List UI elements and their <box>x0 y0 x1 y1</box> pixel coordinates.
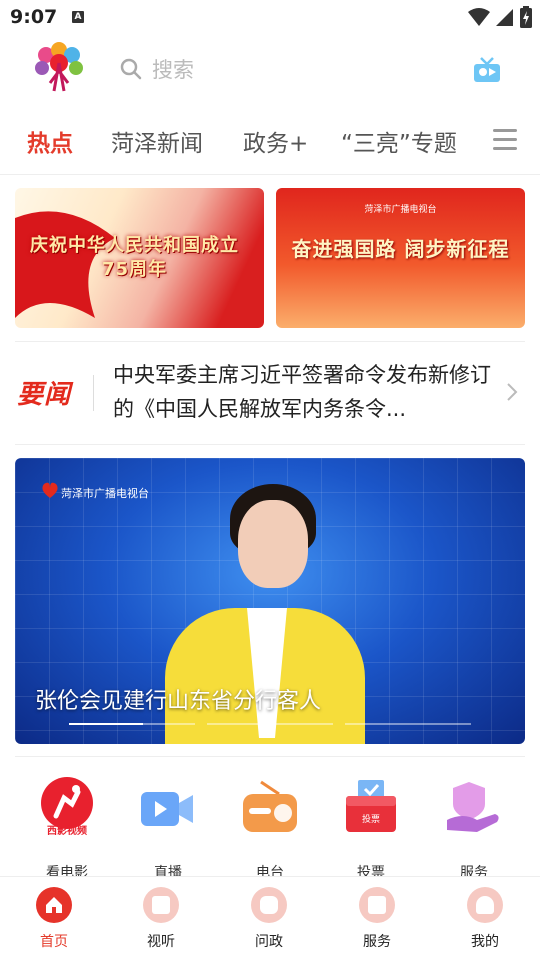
nav-service-label: 服务 <box>363 934 391 950</box>
status-time: 9:07 <box>10 6 58 28</box>
live-camera-icon <box>137 776 199 838</box>
battery-icon <box>520 6 532 28</box>
video-caption: 张伦会见建行山东省分行客人 <box>35 689 322 714</box>
banner-strong-nation[interactable]: 菏泽市广播电视台 奋进强国路 阔步新征程 <box>276 188 525 328</box>
nav-home[interactable]: 首页 <box>19 887 89 951</box>
tab-heze-news[interactable]: 菏泽新闻 <box>111 124 203 158</box>
shortcut-grid: 西影视频 看电影 直播 电台 投票 投票 服务 <box>0 770 540 881</box>
app-header: 搜索 <box>0 36 540 106</box>
bottom-nav: 首页 视听 问政 服务 我的 <box>0 876 540 961</box>
nav-media[interactable]: 视听 <box>126 887 196 951</box>
vote-icon-text: 投票 <box>361 815 380 825</box>
shortcut-live[interactable]: 直播 <box>118 770 218 881</box>
status-bar: 9:07 A <box>0 0 540 36</box>
movie-icon: 西影视频 <box>36 776 98 838</box>
carousel-indicator-2[interactable] <box>207 723 333 725</box>
media-icon <box>143 887 179 923</box>
signal-icon <box>496 9 513 26</box>
nav-inquiry-label: 问政 <box>255 934 283 950</box>
nav-media-label: 视听 <box>147 934 175 950</box>
banner-strong-nation-title: 奋进强国路 阔步新征程 <box>291 237 510 261</box>
banner-org-label: 菏泽市广播电视台 <box>364 205 437 215</box>
nav-profile-label: 我的 <box>471 934 499 950</box>
headline-news[interactable]: 要闻 中央军委主席习近平签署命令发布新修订的《中国人民解放军内务条令... <box>15 342 525 444</box>
shortcut-vote[interactable]: 投票 投票 <box>321 770 421 881</box>
wifi-icon <box>468 8 490 26</box>
app-logo-icon[interactable] <box>32 41 86 95</box>
tv-live-icon[interactable] <box>473 55 501 83</box>
shortcut-service[interactable]: 服务 <box>424 770 524 881</box>
movie-icon-text: 西影视频 <box>47 826 87 837</box>
carousel-indicator-3[interactable] <box>345 723 471 725</box>
carousel-indicator-1[interactable] <box>69 723 195 725</box>
shortcut-movie[interactable]: 西影视频 看电影 <box>17 770 117 881</box>
station-logo-icon <box>42 482 58 498</box>
headline-separator <box>93 375 94 411</box>
video-divider <box>15 756 525 757</box>
video-carousel[interactable]: 菏泽市广播电视台 张伦会见建行山东省分行客人 <box>15 458 525 744</box>
service-icon <box>359 887 395 923</box>
headline-divider <box>15 444 525 445</box>
shortcut-radio[interactable]: 电台 <box>220 770 320 881</box>
carousel-indicators <box>69 723 471 725</box>
nav-inquiry[interactable]: 问政 <box>234 887 304 951</box>
service-hand-icon <box>443 776 505 838</box>
category-tabs: 热点 菏泽新闻 政务+ “三亮”专题 <box>0 116 540 166</box>
headline-tag: 要闻 <box>17 380 72 410</box>
nav-home-label: 首页 <box>40 934 68 950</box>
chevron-right-icon <box>507 383 518 401</box>
tabs-divider <box>0 174 540 175</box>
notification-a-icon: A <box>72 11 84 23</box>
banner-anniversary-title: 庆祝中华人民共和国成立75周年 <box>30 235 239 280</box>
search-bar[interactable]: 搜索 <box>120 54 194 84</box>
nav-service[interactable]: 服务 <box>342 887 412 951</box>
search-placeholder: 搜索 <box>152 58 194 82</box>
profile-icon <box>467 887 503 923</box>
video-org-label: 菏泽市广播电视台 <box>61 487 149 500</box>
tab-sanliang-topic[interactable]: “三亮”专题 <box>341 124 457 158</box>
nav-profile[interactable]: 我的 <box>450 887 520 951</box>
tab-menu-icon[interactable] <box>493 129 517 151</box>
radio-icon <box>239 776 301 838</box>
banner-anniversary[interactable]: 庆祝中华人民共和国成立75周年 <box>15 188 264 328</box>
home-icon <box>36 887 72 923</box>
news-anchor-face <box>238 500 308 588</box>
headline-text: 中央军委主席习近平签署命令发布新修订的《中国人民解放军内务条令... <box>113 363 491 421</box>
chat-icon <box>251 887 287 923</box>
vote-box-icon: 投票 <box>340 776 402 838</box>
tab-hot[interactable]: 热点 <box>27 124 73 158</box>
tab-government[interactable]: 政务+ <box>243 124 308 158</box>
status-icons <box>468 6 532 28</box>
search-icon <box>120 58 142 80</box>
